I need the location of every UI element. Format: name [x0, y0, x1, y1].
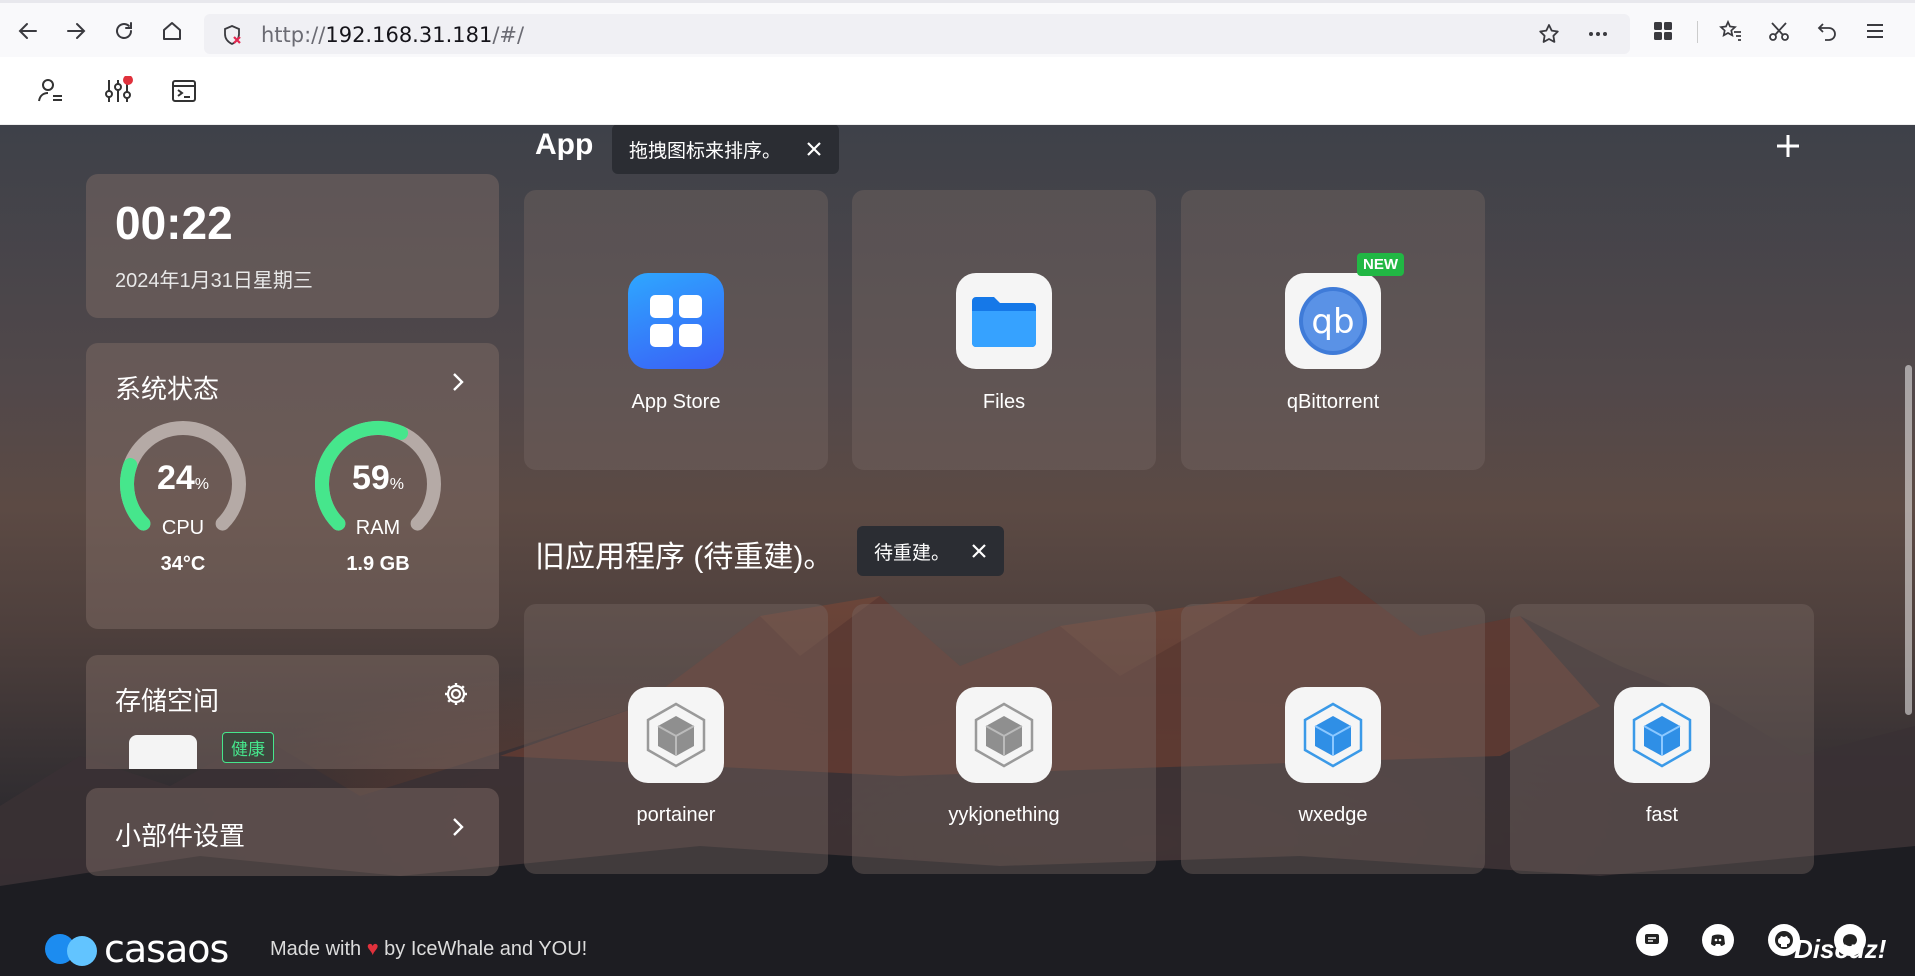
scissors-icon[interactable] [1763, 15, 1795, 47]
app-name: yykjonething [948, 804, 1060, 826]
app-name: App Store [631, 391, 721, 413]
app-name: portainer [636, 804, 716, 826]
system-status-title: 系统状态 [115, 374, 220, 404]
menu-icon[interactable] [1859, 15, 1891, 47]
app-section-title: App [535, 128, 594, 161]
add-app-button[interactable] [1774, 132, 1802, 165]
watermark: Discuz! [1794, 934, 1887, 964]
chevron-right-icon[interactable] [447, 816, 469, 838]
app-card-wxedge[interactable]: wxedge [1181, 604, 1485, 874]
chevron-right-icon[interactable] [447, 371, 469, 393]
ram-gauge: 59% RAM 1.9 GB [303, 409, 453, 575]
terminal-icon[interactable] [169, 76, 199, 111]
app-name: qBittorrent [1286, 391, 1380, 413]
ram-usage: 1.9 GB [346, 553, 410, 575]
footer-text: Made with ♥ by IceWhale and YOU! [270, 938, 588, 960]
arrow-right-icon [67, 23, 86, 39]
sliders-icon[interactable] [103, 75, 133, 111]
app-card-qbittorrent[interactable]: qb NEW qBittorrent [1181, 190, 1485, 470]
extensions-grid-icon[interactable] [1647, 15, 1679, 47]
address-bar[interactable]: http://192.168.31.181/#/ [204, 14, 1630, 54]
insecure-shield-icon [220, 23, 244, 52]
svg-text:qb: qb [1311, 302, 1354, 342]
widget-settings-title: 小部件设置 [115, 821, 246, 851]
sort-tooltip-text: 拖拽图标来排序。 [629, 140, 782, 162]
ram-value: 59% [351, 459, 405, 497]
app-card-yykjonething[interactable]: yykjonething [852, 604, 1156, 874]
url-text: http://192.168.31.181/#/ [261, 23, 525, 47]
app-name: fast [1645, 804, 1679, 826]
storage-title: 存储空间 [115, 686, 220, 716]
clock-time: 00:22 [115, 197, 233, 249]
discord-icon[interactable] [1702, 924, 1734, 956]
disk-icon [129, 735, 197, 769]
app-name: Files [982, 391, 1026, 413]
home-icon [163, 22, 181, 40]
rebuild-tooltip: 待重建。 [857, 526, 1004, 576]
gray-cube-icon [956, 687, 1052, 783]
toolbar-divider [1697, 21, 1698, 43]
scrollbar[interactable] [1905, 365, 1912, 715]
dashboard-background: 00:22 2024年1月31日星期三 系统状态 24% CPU 34°C 59… [0, 125, 1915, 976]
app-card-files[interactable]: Files [852, 190, 1156, 470]
folder-icon [956, 273, 1052, 369]
feedback-icon[interactable] [1636, 924, 1668, 956]
ram-label: RAM [355, 517, 401, 539]
forward-button[interactable] [60, 15, 92, 47]
plus-icon [1777, 135, 1799, 157]
cpu-value: 24% [156, 459, 210, 497]
system-status-widget: 系统状态 24% CPU 34°C 59% RAM 1.9 GB [86, 343, 499, 629]
cpu-gauge: 24% CPU 34°C [108, 409, 258, 575]
gear-icon[interactable] [443, 681, 469, 712]
clock-widget: 00:22 2024年1月31日星期三 [86, 174, 499, 318]
user-settings-icon[interactable] [36, 76, 66, 111]
qbittorrent-icon: qb [1285, 273, 1381, 369]
blue-cube-icon [1285, 687, 1381, 783]
clock-date: 2024年1月31日星期三 [115, 270, 313, 292]
bookmark-star-icon[interactable] [1537, 22, 1561, 51]
health-badge: 健康 [222, 732, 274, 763]
cpu-label: CPU [161, 517, 205, 539]
logo-text: casaos [104, 927, 229, 971]
app-card-fast[interactable]: fast [1510, 604, 1814, 874]
heart-icon: ♥ [366, 938, 379, 960]
legacy-section-title: 旧应用程序 (待重建)。 [535, 541, 834, 574]
close-icon[interactable] [966, 538, 992, 564]
browser-toolbar: http://192.168.31.181/#/ [0, 0, 1915, 57]
storage-widget: 存储空间 健康 [86, 655, 499, 769]
undo-icon[interactable] [1811, 15, 1843, 47]
rebuild-tooltip-text: 待重建。 [874, 542, 951, 564]
gray-cube-icon [628, 687, 724, 783]
casaos-logo: casaos [42, 927, 252, 971]
arrow-left-icon [18, 23, 37, 39]
new-badge: NEW [1357, 253, 1404, 276]
app-card-app-store[interactable]: App Store [524, 190, 828, 470]
app-name: wxedge [1298, 804, 1368, 826]
back-button[interactable] [12, 15, 44, 47]
close-icon[interactable] [801, 136, 827, 162]
favorites-icon[interactable] [1715, 15, 1747, 47]
sort-tooltip: 拖拽图标来排序。 [612, 125, 839, 174]
blue-cube-icon [1614, 687, 1710, 783]
casa-topbar [0, 57, 1915, 125]
home-button[interactable] [156, 15, 188, 47]
footer: casaos [0, 895, 1915, 976]
more-dots-icon[interactable] [1586, 22, 1610, 51]
reload-button[interactable] [108, 15, 140, 47]
app-card-portainer[interactable]: portainer [524, 604, 828, 874]
cpu-temperature: 34°C [160, 553, 206, 575]
widget-settings-card[interactable]: 小部件设置 [86, 788, 499, 876]
app-store-icon [628, 273, 724, 369]
reload-icon [116, 22, 132, 39]
